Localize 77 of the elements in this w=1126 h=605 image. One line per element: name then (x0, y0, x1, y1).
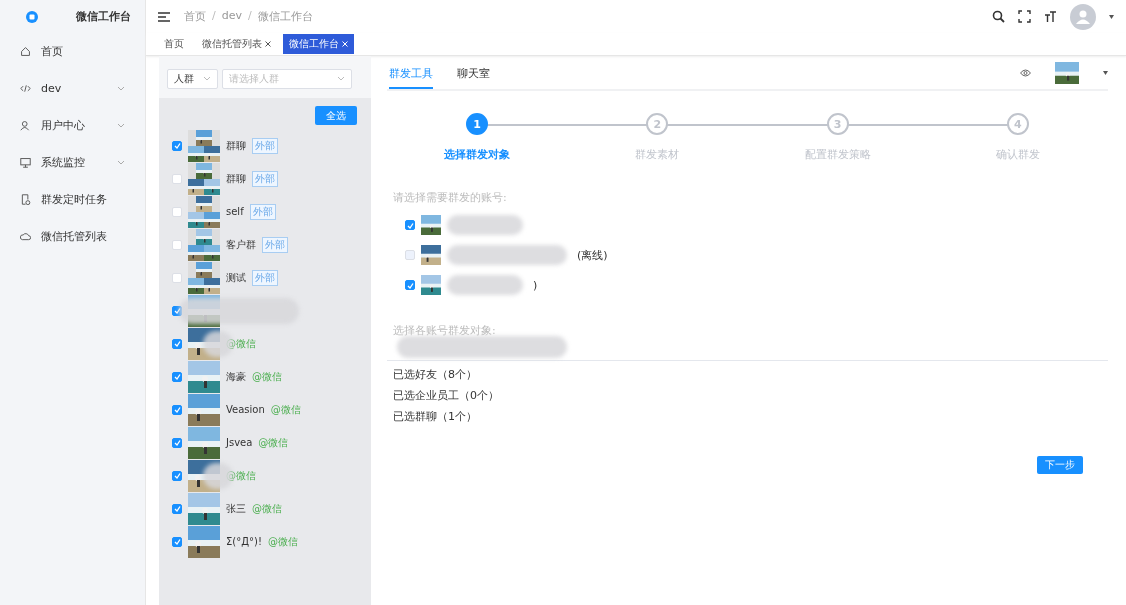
checkbox[interactable] (172, 338, 182, 349)
type-select[interactable]: 人群 (167, 69, 218, 89)
sidebar-item[interactable]: dev (0, 70, 145, 107)
step-number: 2 (646, 113, 669, 135)
contact-name: 群聊 (226, 171, 246, 186)
source-tag: @微信 (226, 468, 256, 483)
source-tag: 外部 (262, 236, 288, 253)
step-label: 选择群发对象 (444, 147, 511, 162)
step-label: 确认群发 (995, 147, 1040, 162)
source-tag: @微信 (252, 501, 282, 516)
user-avatar[interactable] (1070, 3, 1096, 30)
summary-line: 已选好友（8个） (393, 367, 478, 382)
checkbox[interactable] (172, 140, 182, 151)
logo-icon (26, 10, 38, 23)
account-status: (离线) (577, 247, 608, 263)
eye-icon[interactable] (1020, 68, 1031, 77)
checkbox[interactable] (172, 536, 182, 547)
task-icon (20, 194, 31, 205)
contact-name: 客户群 (226, 237, 256, 252)
fullscreen-icon[interactable] (1018, 10, 1031, 23)
app-title: 微信工作台 (76, 9, 131, 24)
tool-tab[interactable]: 聊天室 (457, 58, 490, 89)
sidebar-item[interactable]: 系统监控 (0, 144, 145, 181)
contact-name: 群聊 (226, 138, 246, 153)
sidebar-item[interactable]: 用户中心 (0, 107, 145, 144)
source-tag: 外部 (252, 269, 278, 286)
user-icon (20, 120, 31, 131)
checkbox[interactable] (172, 503, 182, 514)
sidebar-item[interactable]: 微信托管列表 (0, 218, 145, 255)
account-status: ) (533, 278, 538, 292)
chevron-icon (117, 122, 125, 129)
checkbox[interactable] (172, 470, 182, 481)
menu-icon[interactable] (158, 11, 170, 22)
step-number: 1 (466, 113, 489, 135)
checkbox[interactable] (172, 404, 182, 415)
step-label: 群发素材 (635, 147, 680, 162)
chevron-icon (117, 159, 125, 166)
font-size-icon[interactable] (1044, 10, 1057, 23)
source-tag: @微信 (258, 435, 289, 450)
step-number: 3 (826, 113, 849, 135)
source-tag: @微信 (267, 534, 298, 549)
contact-name: Veasion (226, 404, 265, 415)
search-icon[interactable] (992, 10, 1005, 23)
summary-line: 已选企业员工（0个） (393, 388, 500, 403)
monitor-icon (20, 157, 31, 168)
breadcrumb-separator: / (248, 9, 252, 24)
chevron-icon (203, 76, 211, 82)
checkbox[interactable] (405, 280, 415, 290)
source-tag: @微信 (270, 402, 301, 417)
caret-icon[interactable] (1109, 14, 1114, 19)
sidebar-item[interactable]: 首页 (0, 33, 145, 70)
source-tag: 外部 (252, 170, 278, 187)
caret-icon[interactable] (1103, 70, 1108, 75)
checkbox[interactable] (172, 437, 182, 448)
contact-name: 张三 (226, 501, 246, 516)
source-tag: @微信 (226, 336, 256, 351)
checkbox[interactable] (172, 371, 182, 382)
chevron-icon (117, 85, 125, 92)
close-icon[interactable] (265, 41, 271, 47)
contact-name: 测试 (226, 270, 246, 285)
contact-name: self (226, 206, 244, 217)
step-number: 4 (1006, 113, 1029, 135)
cloud-icon (20, 231, 31, 242)
code-icon (20, 83, 31, 94)
page-tab[interactable]: 微信工作台 (283, 34, 354, 54)
sidebar-item[interactable]: 群发定时任务 (0, 181, 145, 218)
contact-name: Σ(°Д°)! (226, 536, 262, 547)
contact-name: 海豪 (226, 369, 246, 384)
source-tag: @微信 (252, 369, 282, 384)
breadcrumb-separator: / (212, 9, 216, 24)
source-tag: 外部 (252, 137, 278, 154)
checkbox[interactable] (405, 220, 415, 230)
summary-line: 已选群聊（1个） (393, 409, 478, 424)
contact-name: Jsvea (226, 437, 253, 448)
home-icon (20, 46, 31, 57)
source-tag: 外部 (249, 203, 276, 220)
chevron-icon (337, 76, 345, 82)
